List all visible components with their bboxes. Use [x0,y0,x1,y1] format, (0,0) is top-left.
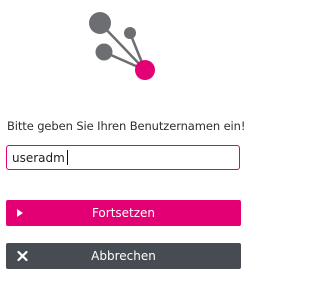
continue-button[interactable]: Fortsetzen [6,200,241,226]
close-x-icon [17,250,28,262]
cancel-button[interactable]: Abbrechen [6,243,241,269]
network-nodes-logo [89,12,155,80]
continue-button-label: Fortsetzen [91,206,156,220]
text-cursor [67,150,68,165]
play-arrow-icon [17,209,23,217]
username-field[interactable] [6,145,240,170]
cancel-button-label: Abbrechen [91,249,156,263]
username-input[interactable] [7,146,239,169]
username-prompt: Bitte geben Sie Ihren Benutzernamen ein! [7,119,246,133]
